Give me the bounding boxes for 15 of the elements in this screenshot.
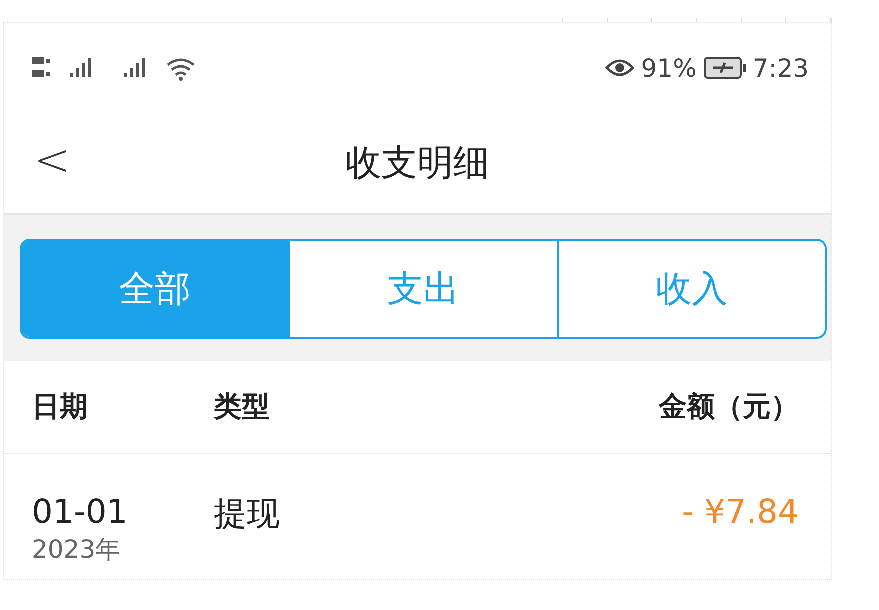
back-button[interactable]: <: [26, 135, 79, 186]
transaction-type: 提现: [214, 493, 281, 535]
eye-icon: [605, 58, 636, 78]
column-header: 金额（元）: [659, 389, 799, 425]
row-date: 01-01: [32, 492, 129, 531]
filter-tab[interactable]: 全部: [22, 241, 288, 337]
transaction-amount: - ¥7.84: [682, 492, 799, 531]
row-year: 2023年: [32, 534, 122, 566]
clock-time: 7:23: [752, 54, 809, 82]
battery-icon: [702, 56, 747, 80]
page-title: 收支明细: [346, 142, 490, 186]
column-header: 类型: [214, 389, 271, 425]
column-header: 日期: [32, 389, 89, 425]
battery-percent: 91%: [641, 54, 697, 82]
filter-tab[interactable]: 收入: [556, 241, 825, 337]
